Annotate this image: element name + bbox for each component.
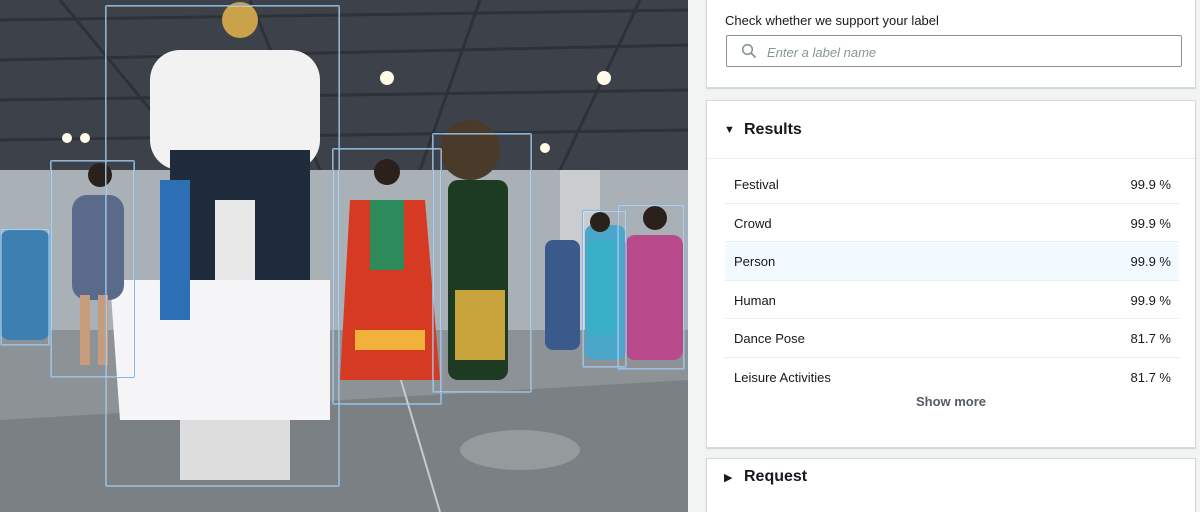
request-title: Request bbox=[744, 468, 808, 485]
result-label: Leisure Activities bbox=[734, 369, 831, 385]
detection-box-feather-dancer[interactable] bbox=[432, 133, 532, 393]
analyzed-photo bbox=[0, 0, 688, 512]
result-row-festival: Festival 99.9 % bbox=[725, 165, 1179, 204]
result-row-crowd: Crowd 99.9 % bbox=[725, 204, 1179, 243]
result-label: Dance Pose bbox=[734, 331, 805, 347]
results-panel: Check whether we support your label ▼ Re… bbox=[688, 0, 1200, 512]
label-search-box[interactable] bbox=[726, 35, 1182, 67]
label-search-title: Check whether we support your label bbox=[725, 13, 939, 28]
show-more-button[interactable]: Show more bbox=[707, 394, 1195, 409]
detection-box-teal-dress[interactable] bbox=[582, 210, 627, 368]
result-label: Person bbox=[734, 254, 776, 270]
result-label: Crowd bbox=[734, 215, 772, 231]
results-list: Festival 99.9 % Crowd 99.9 % Person 99.9… bbox=[725, 165, 1179, 397]
result-confidence: 99.9 % bbox=[1130, 292, 1171, 308]
detection-box-pink-shawl[interactable] bbox=[617, 204, 685, 370]
result-confidence: 99.9 % bbox=[1130, 254, 1171, 270]
detection-box-dancer[interactable] bbox=[105, 5, 340, 487]
results-header[interactable]: ▼ Results bbox=[707, 101, 1195, 159]
result-label: Human bbox=[734, 292, 776, 308]
label-search-input[interactable] bbox=[767, 42, 1167, 62]
result-confidence: 99.9 % bbox=[1130, 177, 1171, 192]
result-row-human: Human 99.9 % bbox=[725, 281, 1179, 320]
caret-right-icon[interactable]: ▶ bbox=[724, 471, 732, 484]
result-row-leisure-activities: Leisure Activities 81.7 % bbox=[725, 358, 1179, 397]
result-label: Festival bbox=[734, 177, 779, 192]
label-search-card: Check whether we support your label bbox=[706, 0, 1196, 88]
results-card: ▼ Results Festival 99.9 % Crowd 99.9 % P… bbox=[706, 100, 1196, 448]
result-confidence: 99.9 % bbox=[1130, 215, 1171, 231]
caret-down-icon[interactable]: ▼ bbox=[724, 124, 735, 136]
result-row-dance-pose: Dance Pose 81.7 % bbox=[725, 319, 1179, 358]
result-confidence: 81.7 % bbox=[1130, 369, 1171, 385]
request-card: ▶ Request bbox=[706, 458, 1196, 512]
detection-box-far-left[interactable] bbox=[0, 228, 50, 346]
detection-box-woman-left[interactable] bbox=[50, 160, 135, 378]
detection-box-red-dress[interactable] bbox=[332, 148, 442, 405]
search-icon bbox=[741, 43, 756, 58]
results-title: Results bbox=[744, 121, 802, 138]
result-confidence: 81.7 % bbox=[1130, 331, 1171, 347]
result-row-person[interactable]: Person 99.9 % bbox=[725, 242, 1179, 281]
request-header[interactable]: ▶ Request bbox=[707, 459, 1195, 512]
